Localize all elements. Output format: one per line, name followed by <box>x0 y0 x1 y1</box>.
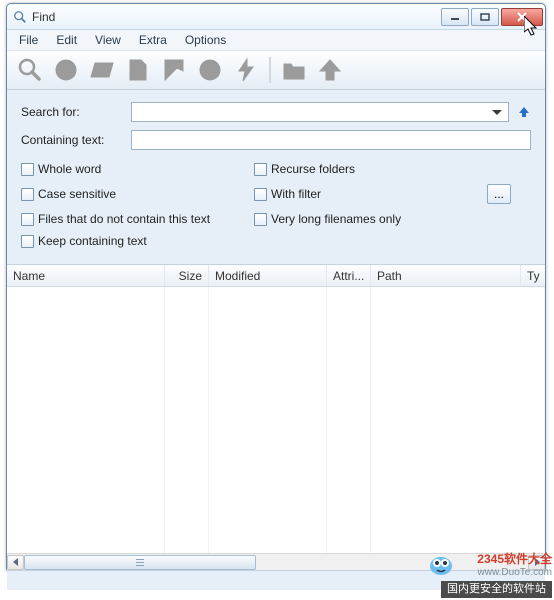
label-keep-containing: Keep containing text <box>38 234 147 248</box>
window-controls <box>439 8 545 26</box>
magnifier-icon <box>13 10 27 24</box>
search-for-row: Search for: <box>21 102 531 122</box>
arrow-up-icon[interactable] <box>317 57 343 83</box>
label-very-long-filenames: Very long filenames only <box>271 212 401 226</box>
parallelogram-icon[interactable] <box>89 57 115 83</box>
col-size[interactable]: Size <box>165 265 209 286</box>
label-case-sensitive: Case sensitive <box>38 187 116 201</box>
checkbox-whole-word[interactable] <box>21 163 34 176</box>
check-recurse-folders[interactable]: Recurse folders <box>254 162 487 176</box>
toolbar <box>7 50 545 90</box>
watermark: 2345软件大全 www.DuoTe.com 国内更安全的软件站 <box>441 552 552 598</box>
watermark-brand: 2345软件大全 <box>477 552 552 566</box>
menu-options[interactable]: Options <box>177 31 234 49</box>
search-panel: Search for: Containing text: Whole word … <box>7 90 545 264</box>
check-keep-containing[interactable]: Keep containing text <box>21 234 487 248</box>
checkbox-files-not-contain[interactable] <box>21 213 34 226</box>
col-ty[interactable]: Ty <box>521 265 545 286</box>
watermark-url: www.DuoTe.com <box>441 567 552 579</box>
options-grid: Whole word Recurse folders Case sensitiv… <box>21 158 531 258</box>
menu-file[interactable]: File <box>11 31 46 49</box>
label-with-filter: With filter <box>271 187 321 201</box>
search-for-combo[interactable] <box>131 102 509 122</box>
check-with-filter[interactable]: With filter <box>254 184 487 204</box>
search-for-label: Search for: <box>21 105 131 119</box>
check-whole-word[interactable]: Whole word <box>21 162 254 176</box>
menu-edit[interactable]: Edit <box>48 31 85 49</box>
check-files-not-contain[interactable]: Files that do not contain this text <box>21 212 254 226</box>
circle-solid-icon[interactable] <box>197 57 223 83</box>
maximize-button[interactable] <box>471 8 499 26</box>
containing-text-input[interactable] <box>131 130 531 150</box>
col-path[interactable]: Path <box>371 265 521 286</box>
checkbox-case-sensitive[interactable] <box>21 188 34 201</box>
checkbox-keep-containing[interactable] <box>21 235 34 248</box>
menubar: File Edit View Extra Options <box>7 30 545 50</box>
scroll-left-button[interactable] <box>7 555 24 570</box>
filter-browse-button[interactable]: ... <box>487 184 511 204</box>
find-window: Find File Edit View Extra Options <box>6 3 546 573</box>
label-whole-word: Whole word <box>38 162 101 176</box>
titlebar: Find <box>7 4 545 30</box>
document-icon[interactable] <box>125 57 151 83</box>
checkbox-very-long-filenames[interactable] <box>254 213 267 226</box>
checkbox-with-filter[interactable] <box>254 188 267 201</box>
results-list[interactable] <box>7 287 545 553</box>
window-title: Find <box>32 10 55 24</box>
search-icon[interactable] <box>17 57 43 83</box>
scrollbar-thumb[interactable] <box>24 555 256 570</box>
bolt-icon[interactable] <box>233 57 259 83</box>
col-name[interactable]: Name <box>7 265 165 286</box>
watermark-footer: 国内更安全的软件站 <box>441 581 552 598</box>
collapse-arrow-icon[interactable] <box>517 105 531 119</box>
checkbox-recurse-folders[interactable] <box>254 163 267 176</box>
containing-text-label: Containing text: <box>21 133 131 147</box>
col-modified[interactable]: Modified <box>209 265 327 286</box>
folder-icon[interactable] <box>281 57 307 83</box>
check-case-sensitive[interactable]: Case sensitive <box>21 184 254 204</box>
minimize-button[interactable] <box>441 8 469 26</box>
columns-header: Name Size Modified Attri... Path Ty <box>7 265 545 287</box>
col-attri[interactable]: Attri... <box>327 265 371 286</box>
circle-icon[interactable] <box>53 57 79 83</box>
label-recurse-folders: Recurse folders <box>271 162 355 176</box>
menu-extra[interactable]: Extra <box>131 31 175 49</box>
menu-view[interactable]: View <box>87 31 129 49</box>
toolbar-separator <box>269 57 271 83</box>
results-area: Name Size Modified Attri... Path Ty <box>7 264 545 570</box>
check-very-long-filenames[interactable]: Very long filenames only <box>254 212 531 226</box>
close-button[interactable] <box>501 8 543 26</box>
label-files-not-contain: Files that do not contain this text <box>38 212 210 226</box>
flag-icon[interactable] <box>161 57 187 83</box>
containing-text-row: Containing text: <box>21 130 531 150</box>
